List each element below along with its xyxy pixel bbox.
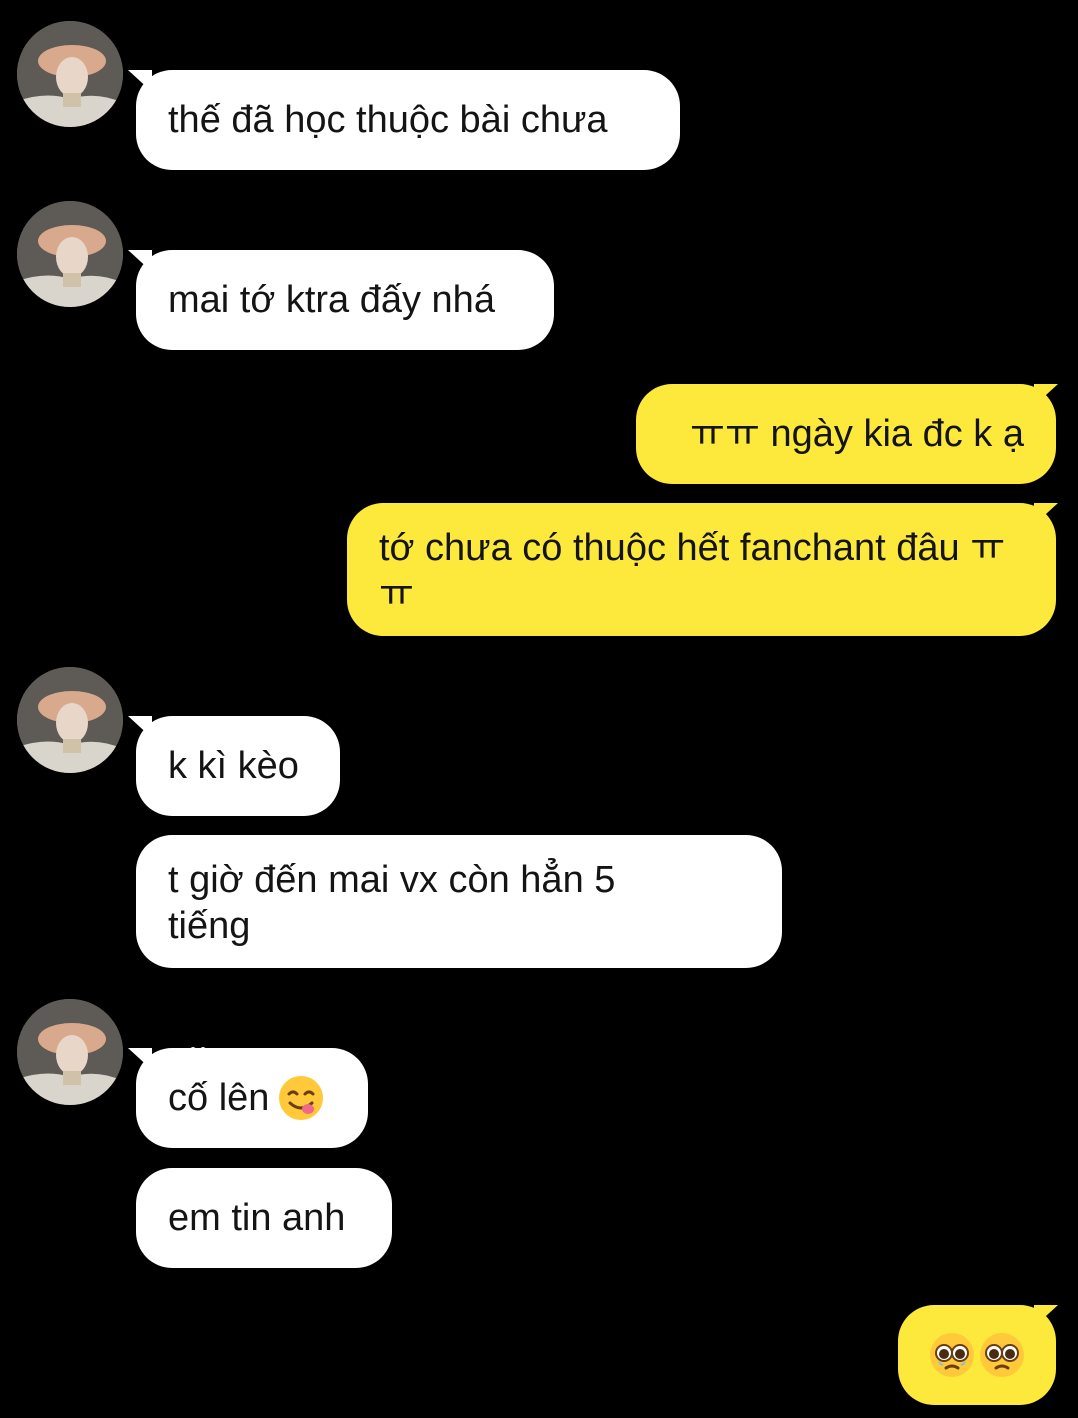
contact-avatar[interactable]: [17, 21, 123, 127]
bubble-tail: [1034, 1305, 1058, 1327]
message-bubble-incoming[interactable]: mai tớ ktra đấy nhá: [136, 250, 554, 350]
message-text: mai tớ ktra đấy nhá: [168, 279, 495, 321]
message-bubble-incoming[interactable]: t giờ đến mai vx còn hẳn 5 tiếng: [136, 835, 782, 968]
message-text: cố lên: [168, 1077, 270, 1119]
message-bubble-incoming[interactable]: cố lên: [136, 1048, 368, 1148]
face-savoring-food-icon: [279, 1076, 324, 1120]
contact-avatar[interactable]: [17, 667, 123, 773]
message-text: thế đã học thuộc bài chưa: [168, 99, 608, 141]
bubble-tail: [1034, 384, 1058, 406]
message-text: t giờ đến mai vx còn hẳn 5 tiếng: [168, 859, 616, 947]
message-bubble-incoming[interactable]: em tin anh: [136, 1168, 392, 1268]
message-text: ㅠㅠ ngày kia đc k ạ: [690, 413, 1024, 455]
message-text: em tin anh: [168, 1197, 346, 1239]
avatar-photo: [17, 201, 123, 307]
message-bubble-incoming[interactable]: k kì kèo: [136, 716, 340, 816]
contact-avatar[interactable]: [17, 999, 123, 1105]
message-bubble-outgoing[interactable]: tớ chưa có thuộc hết fanchant đâu ㅠㅠ: [347, 503, 1056, 636]
typing-dots-decoration: [190, 1040, 218, 1053]
message-text: tớ chưa có thuộc hết fanchant đâu ㅠㅠ: [379, 527, 1006, 615]
bubble-tail: [1034, 503, 1058, 525]
avatar-photo: [17, 999, 123, 1105]
contact-avatar[interactable]: [17, 201, 123, 307]
pleading-face-icon: [980, 1333, 1024, 1377]
message-bubble-incoming[interactable]: thế đã học thuộc bài chưa: [136, 70, 680, 170]
avatar-photo: [17, 21, 123, 127]
pleading-face-crying-icon: [930, 1333, 974, 1377]
avatar-photo: [17, 667, 123, 773]
message-bubble-outgoing[interactable]: ㅠㅠ ngày kia đc k ạ: [636, 384, 1056, 484]
message-text: k kì kèo: [168, 745, 299, 787]
message-bubble-outgoing[interactable]: [898, 1305, 1056, 1405]
